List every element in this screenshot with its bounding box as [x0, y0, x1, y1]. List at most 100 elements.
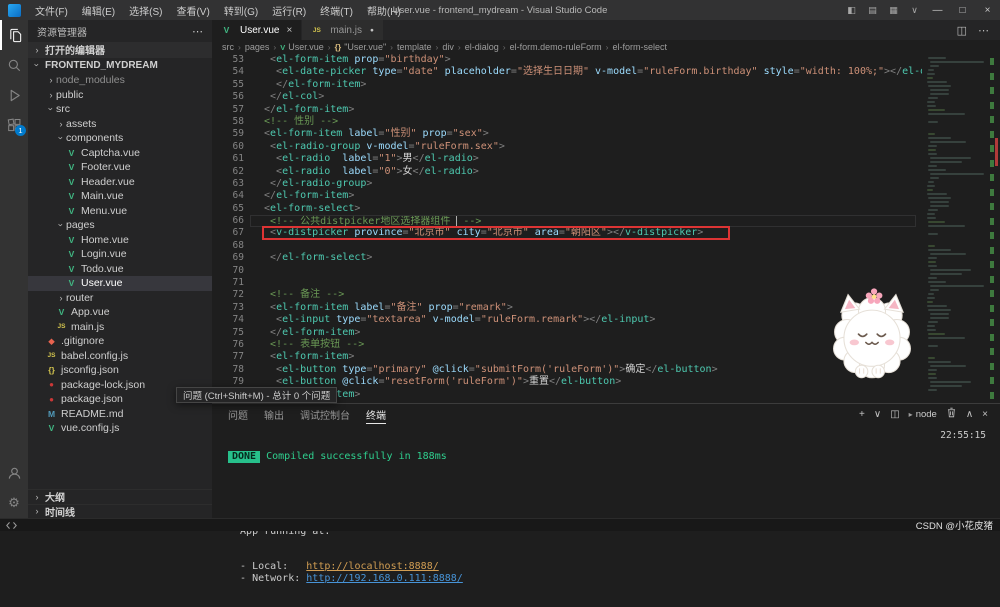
- minimize-button[interactable]: —: [925, 0, 950, 20]
- code-line-57[interactable]: 57 </el-form-item>: [212, 104, 1000, 116]
- breadcrumb-item[interactable]: V User.vue: [280, 42, 324, 52]
- run-debug-icon[interactable]: [0, 80, 28, 110]
- terminal-dropdown-icon[interactable]: ∨: [874, 409, 881, 420]
- code-line-63[interactable]: 63 </el-radio-group>: [212, 178, 1000, 190]
- panel-tab-调试控制台[interactable]: 调试控制台: [300, 404, 350, 424]
- terminal-url[interactable]: http://192.168.0.111:8888/: [306, 573, 463, 584]
- tree-item-app-vue[interactable]: V App.vue: [28, 305, 212, 320]
- code-line-61[interactable]: 61 <el-radio label="1">男</el-radio>: [212, 153, 1000, 165]
- remote-indicator-icon[interactable]: [0, 519, 22, 531]
- terminal-shell-item[interactable]: ▸ node: [909, 409, 937, 420]
- menu-item[interactable]: 编辑(E): [75, 0, 122, 20]
- minimap[interactable]: [922, 54, 986, 403]
- code-line-59[interactable]: 59 <el-form-item label="性别" prop="sex">: [212, 128, 1000, 140]
- kill-terminal-icon[interactable]: [946, 407, 957, 421]
- code-line-56[interactable]: 56 </el-col>: [212, 91, 1000, 103]
- menu-item[interactable]: 运行(R): [265, 0, 313, 20]
- menu-item[interactable]: 终端(T): [313, 0, 360, 20]
- code-line-65[interactable]: 65 <el-form-select>: [212, 203, 1000, 215]
- npm-file-icon: ●: [49, 394, 54, 404]
- code-line-66[interactable]: 66 <!-- 公共distpicker地区选择器组件 -->: [212, 215, 1000, 228]
- code-line-64[interactable]: 64 </el-form-item>: [212, 190, 1000, 202]
- tree-item-pages[interactable]: › pages: [28, 218, 212, 233]
- breadcrumb-item[interactable]: el-form.demo-ruleForm: [510, 42, 602, 52]
- code-line-70[interactable]: 70: [212, 265, 1000, 277]
- maximize-button[interactable]: □: [950, 0, 975, 20]
- tree-item-src[interactable]: › src: [28, 102, 212, 117]
- timeline-section[interactable]: › 时间线: [28, 503, 212, 518]
- menu-item[interactable]: 转到(G): [217, 0, 265, 20]
- breadcrumb-item[interactable]: {} "User.vue": [335, 42, 387, 52]
- panel-tab-输出[interactable]: 输出: [264, 404, 284, 424]
- tree-item-footer-vue[interactable]: V Footer.vue: [28, 160, 212, 175]
- close-window-button[interactable]: ×: [975, 0, 1000, 20]
- maximize-panel-icon[interactable]: ∧: [966, 409, 973, 420]
- tree-item-vue-config-js[interactable]: Vvue.config.js: [28, 421, 212, 436]
- tree-item-captcha-vue[interactable]: V Captcha.vue: [28, 146, 212, 161]
- terminal-url[interactable]: http://localhost:8888/: [306, 561, 438, 572]
- tree-item-router[interactable]: › router: [28, 291, 212, 306]
- tree-item-readme-md[interactable]: M README.md: [28, 407, 212, 422]
- tree-item-home-vue[interactable]: V Home.vue: [28, 233, 212, 248]
- new-terminal-icon[interactable]: +: [859, 409, 865, 420]
- tree-item-node-modules[interactable]: › node_modules: [28, 73, 212, 88]
- code-line-55[interactable]: 55 </el-form-item>: [212, 79, 1000, 91]
- settings-gear-icon[interactable]: ⚙: [0, 488, 28, 518]
- menu-item[interactable]: 查看(V): [169, 0, 216, 20]
- tree-item--gitignore[interactable]: ◆ .gitignore: [28, 334, 212, 349]
- split-terminal-icon[interactable]: ◫: [890, 409, 899, 420]
- tree-item-main-vue[interactable]: V Main.vue: [28, 189, 212, 204]
- tree-item-todo-vue[interactable]: V Todo.vue: [28, 262, 212, 277]
- layout-grid-icon[interactable]: ▦: [883, 0, 904, 20]
- code-line-68[interactable]: 68: [212, 240, 1000, 252]
- overview-ruler[interactable]: [986, 54, 1000, 403]
- project-root-row[interactable]: › FRONTEND_MYDREAM: [28, 58, 212, 74]
- code-line-62[interactable]: 62 <el-radio label="0">女</el-radio>: [212, 166, 1000, 178]
- tree-item-main-js[interactable]: JS main.js: [28, 320, 212, 335]
- extensions-icon[interactable]: 1: [0, 110, 28, 140]
- compile-message: Compiled successfully in 188ms: [260, 451, 447, 463]
- code-line-69[interactable]: 69 </el-form-select>: [212, 252, 1000, 264]
- panel-tab-问题[interactable]: 问题: [228, 404, 248, 424]
- tree-item-jsconfig-json[interactable]: {} jsconfig.json: [28, 363, 212, 378]
- code-line-53[interactable]: 53 <el-form-item prop="birthday">: [212, 54, 1000, 66]
- tree-item-menu-vue[interactable]: V Menu.vue: [28, 204, 212, 219]
- tree-item-babel-config-js[interactable]: JS babel.config.js: [28, 349, 212, 364]
- split-editor-icon[interactable]: ◫: [957, 24, 967, 37]
- breadcrumb-item[interactable]: el-dialog: [465, 42, 499, 52]
- toggle-sidebar-icon[interactable]: ◧: [841, 0, 862, 20]
- code-line-54[interactable]: 54 <el-date-picker type="date" placehold…: [212, 66, 1000, 78]
- tree-item-login-vue[interactable]: V Login.vue: [28, 247, 212, 262]
- menu-item[interactable]: 文件(F): [28, 0, 75, 20]
- tree-item-user-vue[interactable]: V User.vue: [28, 276, 212, 291]
- account-icon[interactable]: [0, 458, 28, 488]
- code-line-60[interactable]: 60 <el-radio-group v-model="ruleForm.sex…: [212, 141, 1000, 153]
- tab-main-js[interactable]: JS main.js ●: [302, 20, 384, 40]
- tree-item-header-vue[interactable]: V Header.vue: [28, 175, 212, 190]
- close-tab-icon[interactable]: ×: [286, 25, 292, 36]
- code-line-67[interactable]: 67 <v-distpicker province="北京市" city="北京…: [212, 226, 1000, 241]
- customize-layout-icon[interactable]: ∨: [904, 0, 925, 20]
- tree-item-public[interactable]: › public: [28, 88, 212, 103]
- breadcrumb-item[interactable]: el-form-select: [612, 42, 667, 52]
- search-icon[interactable]: [0, 50, 28, 80]
- tree-item-assets[interactable]: › assets: [28, 117, 212, 132]
- tree-item-components[interactable]: › components: [28, 131, 212, 146]
- breadcrumb-item[interactable]: div: [442, 42, 454, 52]
- breadcrumb-item[interactable]: src: [222, 42, 234, 52]
- open-editors-section[interactable]: › 打开的编辑器: [28, 42, 212, 58]
- outline-section[interactable]: › 大纲: [28, 489, 212, 504]
- menu-item[interactable]: 选择(S): [122, 0, 169, 20]
- panel-tab-终端[interactable]: 终端: [366, 404, 386, 424]
- explorer-icon[interactable]: [0, 20, 28, 50]
- tab-user-vue[interactable]: V User.vue ×: [212, 20, 303, 40]
- code-text: <!-- 表单按钮 -->: [258, 338, 365, 350]
- more-actions-icon[interactable]: ⋯: [192, 25, 203, 38]
- breadcrumb-item[interactable]: template: [397, 42, 432, 52]
- toggle-panel-icon[interactable]: ▤: [862, 0, 883, 20]
- close-panel-icon[interactable]: ×: [982, 409, 988, 420]
- code-line-58[interactable]: 58 <!-- 性别 -->: [212, 116, 1000, 128]
- more-actions-icon[interactable]: ⋯: [978, 24, 989, 37]
- breadcrumb-item[interactable]: pages: [245, 42, 270, 52]
